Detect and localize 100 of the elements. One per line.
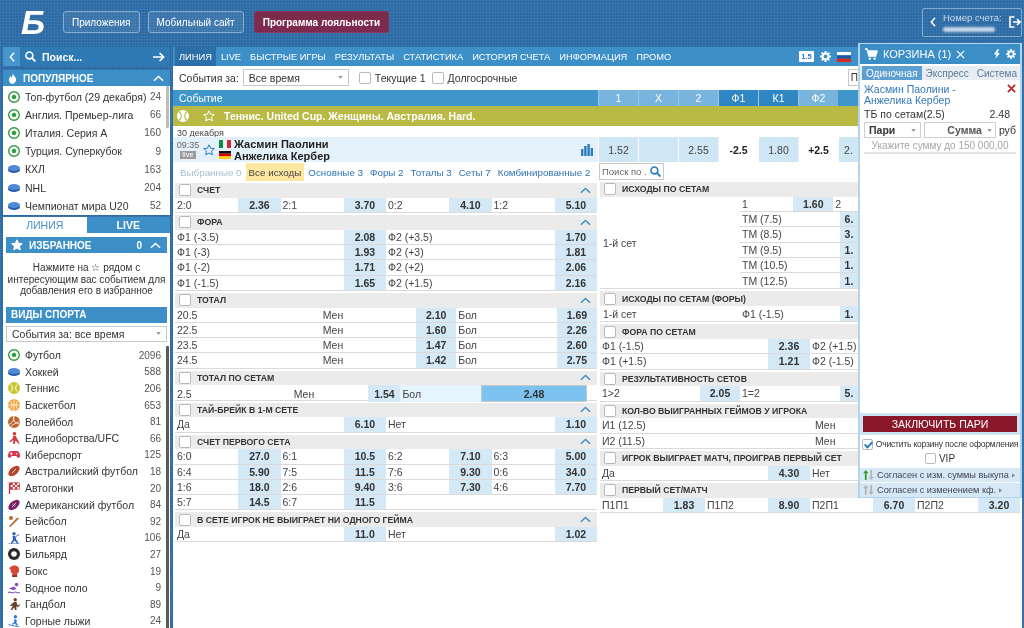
checkbox[interactable] xyxy=(179,513,191,526)
scrollbar[interactable] xyxy=(166,345,169,628)
league-item[interactable]: Чемпионат мира U20 52 xyxy=(3,196,166,215)
sport-item[interactable]: Австралийский футбол 18 xyxy=(3,463,166,480)
nav-button[interactable]: Мобильный сайт xyxy=(147,11,244,33)
nav-tab[interactable]: ИНФОРМАЦИЯ xyxy=(555,47,632,66)
period-dropdown[interactable]: События за: все время xyxy=(6,325,167,342)
league-item[interactable]: Топ-футбол (29 декабря) 24 xyxy=(3,87,166,106)
gear-icon[interactable] xyxy=(1006,49,1016,59)
nav-tab[interactable]: СТАТИСТИКА xyxy=(399,47,468,66)
league-item[interactable]: NHL 204 xyxy=(3,178,166,197)
delete-icon[interactable] xyxy=(1007,84,1016,93)
market-tab[interactable]: Форы 2 xyxy=(367,163,407,181)
arrow-right-icon[interactable] xyxy=(153,51,165,62)
odds-button[interactable]: 1.81 xyxy=(554,245,597,260)
scrollbar[interactable] xyxy=(166,86,169,128)
checkbox[interactable] xyxy=(604,183,616,196)
odds-button[interactable]: 14.5 xyxy=(238,495,281,510)
account-box[interactable]: Номер счета: xyxy=(922,7,1022,37)
league-item[interactable]: КХЛ 163 xyxy=(3,160,166,179)
close-icon[interactable] xyxy=(956,49,966,59)
odds-button[interactable]: 11.5 xyxy=(343,495,386,510)
odds-button[interactable]: 1.47 xyxy=(416,338,457,353)
odds-button[interactable]: 2.06 xyxy=(554,260,597,275)
odds-button[interactable]: 10.5 xyxy=(343,449,386,464)
odds-button[interactable]: 1. xyxy=(840,306,858,322)
league-item[interactable]: Англия. Премьер-лига 66 xyxy=(3,105,166,124)
period-dropdown[interactable]: Все время xyxy=(242,69,349,86)
back-button[interactable] xyxy=(3,47,20,66)
market-tab[interactable]: Сеты 7 xyxy=(455,163,494,181)
odds-button[interactable]: 2.05 xyxy=(700,386,740,401)
checkbox[interactable] xyxy=(179,371,191,384)
odds-button[interactable]: 1.02 xyxy=(554,527,597,542)
bet-type-dropdown[interactable]: Пари xyxy=(864,122,921,138)
odds-button[interactable]: 6.10 xyxy=(343,417,386,432)
gear-icon[interactable] xyxy=(820,51,831,62)
tab[interactable]: Экспресс xyxy=(921,66,973,80)
sport-item[interactable]: Футбол 2096 xyxy=(3,347,166,364)
odds-button[interactable]: 1. xyxy=(840,273,858,289)
flag-icon[interactable] xyxy=(837,51,851,62)
caret-icon[interactable] xyxy=(986,128,992,132)
nav-tab[interactable]: ПРОМО xyxy=(632,47,676,66)
nav-button[interactable]: Приложения xyxy=(63,11,140,33)
odds-button[interactable]: 7.10 xyxy=(449,449,492,464)
chevron-left-icon[interactable] xyxy=(930,17,936,27)
sport-item[interactable]: Киберспорт 125 xyxy=(3,446,166,464)
agreement-option[interactable]: Согласен с изм. суммы выкупа xyxy=(860,467,1020,482)
lightning-icon[interactable] xyxy=(993,49,1000,59)
market-tab[interactable]: Основные 3 xyxy=(305,163,366,181)
search-field[interactable]: Поиск по . xyxy=(599,163,664,180)
odds-button[interactable]: 2.48 xyxy=(481,385,587,403)
checkbox[interactable] xyxy=(604,372,616,385)
odds-button[interactable]: 1.10 xyxy=(554,417,597,432)
odds-button[interactable]: 1.71 xyxy=(343,260,386,275)
tab[interactable]: ЛИНИЯ xyxy=(3,217,87,233)
odds-button[interactable]: 3. xyxy=(840,227,858,242)
odds-button[interactable]: 27.0 xyxy=(238,449,281,464)
caret-icon[interactable] xyxy=(337,76,343,79)
market-tab[interactable]: Комбинированные 2 xyxy=(494,163,594,181)
odds-button[interactable]: 1.21 xyxy=(768,354,810,369)
exit-icon[interactable] xyxy=(1008,16,1021,28)
sport-item[interactable]: Хоккей 588 xyxy=(3,363,166,381)
search-icon[interactable] xyxy=(25,51,36,62)
chevron-up-icon[interactable] xyxy=(580,374,591,382)
odds-button[interactable]: 1.93 xyxy=(343,245,386,260)
league-item[interactable]: Италия. Серия А 160 xyxy=(3,123,166,143)
chevron-up-icon[interactable] xyxy=(580,218,591,226)
odds-button[interactable]: 2.36 xyxy=(768,339,810,354)
sport-item[interactable]: Волейбол 81 xyxy=(3,413,166,430)
checkbox[interactable] xyxy=(604,325,616,338)
market-tab[interactable]: Все исходы xyxy=(245,163,305,181)
odds-button[interactable]: 6. xyxy=(840,212,858,227)
market-tab[interactable]: Тоталы 3 xyxy=(407,163,455,181)
odds-button[interactable]: 1.52 xyxy=(598,137,638,162)
odds-button[interactable]: 1.54 xyxy=(368,385,401,403)
odds-button[interactable]: 1.80 xyxy=(758,137,798,162)
star-icon[interactable] xyxy=(203,143,215,156)
sport-item[interactable]: Американский футбол 84 xyxy=(3,496,166,513)
chevron-up-icon[interactable] xyxy=(580,406,591,414)
search-field[interactable]: Поиск... xyxy=(42,49,149,64)
nav-tab[interactable]: LIVE xyxy=(216,47,246,66)
league-item[interactable]: Турция. Суперкубок 9 xyxy=(3,142,166,161)
odds-button[interactable]: 1.42 xyxy=(416,353,457,368)
sport-item[interactable]: Биатлон 106 xyxy=(3,529,166,547)
odds-button[interactable]: 2.75 xyxy=(556,353,597,368)
tab[interactable]: Система xyxy=(972,66,1022,80)
logo[interactable]: Б xyxy=(13,4,53,40)
checkbox[interactable] xyxy=(861,438,873,450)
nav-tab[interactable]: ЛИНИЯ xyxy=(175,47,216,66)
search-box[interactable]: Поиск... xyxy=(20,47,170,66)
sport-item[interactable]: Баскетбол 653 xyxy=(3,396,166,414)
place-bet-button[interactable]: ЗАКЛЮЧИТЬ ПАРИ xyxy=(863,416,1017,432)
chevron-left-icon[interactable] xyxy=(8,51,15,62)
odds-button[interactable]: 2.60 xyxy=(556,338,597,353)
agreement-option[interactable]: Согласен с изменением кф. xyxy=(860,482,1020,497)
odds-button[interactable]: 5. xyxy=(840,386,858,401)
sport-item[interactable]: Единоборства/UFC 66 xyxy=(3,429,166,447)
sport-item[interactable]: Теннис 206 xyxy=(3,380,166,397)
sport-item[interactable]: Бильярд 27 xyxy=(3,546,166,563)
chevron-up-icon[interactable] xyxy=(580,438,591,446)
